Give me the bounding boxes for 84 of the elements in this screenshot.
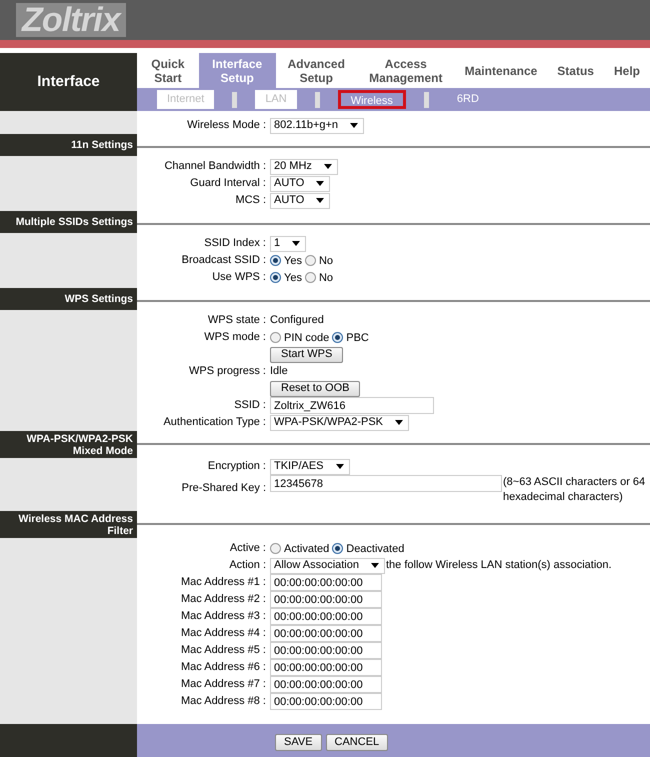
field-label: Mac Address #8 : <box>181 695 266 708</box>
brand-logo: Zoltrix <box>16 3 126 37</box>
tab-separator <box>232 92 238 108</box>
text-field[interactable]: 00:00:00:00:00:00 <box>270 591 382 608</box>
radio-button[interactable] <box>304 255 316 266</box>
action-button[interactable]: Start WPS <box>270 346 344 362</box>
field-label: WPS progress : <box>188 365 266 378</box>
status-value: Configured <box>270 314 324 327</box>
caret-icon <box>316 198 324 203</box>
field-label: Guard Interval : <box>190 177 266 190</box>
field-label: Mac Address #2 : <box>181 593 266 606</box>
field-label: MCS : <box>235 194 266 207</box>
radio-label: Deactivated <box>346 543 404 556</box>
form-button[interactable]: CANCEL <box>326 734 388 751</box>
dropdown[interactable]: AUTO <box>270 176 330 192</box>
field-label: WPS state : <box>208 314 266 327</box>
radio-label: No <box>318 272 334 285</box>
field-label: Encryption : <box>208 460 266 473</box>
dropdown[interactable]: AUTO <box>270 192 330 208</box>
text-field[interactable]: 00:00:00:00:00:00 <box>270 642 382 659</box>
field-label: Mac Address #4 : <box>181 627 266 640</box>
field-label: Mac Address #6 : <box>181 661 266 674</box>
form-button[interactable]: SAVE <box>275 734 322 751</box>
action-button[interactable]: Reset to OOB <box>270 380 360 396</box>
caret-icon <box>336 464 344 469</box>
field-label: Active : <box>230 542 266 555</box>
tab-separator <box>314 92 320 108</box>
radio-label: Yes <box>284 255 302 268</box>
radio-label: No <box>318 255 334 268</box>
field-label: Channel Bandwidth : <box>164 160 266 173</box>
dropdown[interactable]: TKIP/AES <box>270 458 350 474</box>
field-label: SSID : <box>234 399 266 412</box>
field-label: SSID Index : <box>204 237 266 250</box>
key-hint: (8~63 ASCII characters or 64 hexadecimal characters) <box>503 475 646 505</box>
text-field[interactable]: 00:00:00:00:00:00 <box>270 659 382 676</box>
field-label: Mac Address #3 : <box>181 610 266 623</box>
caret-icon <box>292 241 300 246</box>
caret-icon <box>395 420 404 425</box>
radio-button[interactable] <box>304 272 316 283</box>
text-field[interactable]: 00:00:00:00:00:00 <box>270 625 382 642</box>
field-label: Wireless Mode : <box>187 119 266 132</box>
section-header: Multiple SSIDs Settings <box>0 211 137 233</box>
caret-icon <box>350 123 358 128</box>
field-label: WPS mode : <box>204 331 266 344</box>
radio-label: Yes <box>284 272 302 285</box>
caret-icon <box>316 181 324 186</box>
section-header: WPA-PSK/WPA2-PSK Mixed Mode <box>0 431 137 458</box>
field-label: Mac Address #5 : <box>181 644 266 657</box>
caret-icon <box>324 164 332 169</box>
text-field[interactable]: 12345678 <box>270 475 502 492</box>
action-note: the follow Wireless LAN station(s) association. <box>386 559 612 572</box>
section-header: 11n Settings <box>0 134 137 156</box>
radio-label: PBC <box>346 332 369 345</box>
radio-button[interactable] <box>332 543 344 554</box>
caret-icon <box>371 563 379 568</box>
dropdown[interactable]: 1 <box>270 236 306 252</box>
status-value: Idle <box>270 365 288 378</box>
dropdown[interactable]: 20 MHz <box>270 158 338 174</box>
radio-button[interactable] <box>270 332 281 343</box>
tab-separator <box>424 92 429 108</box>
dropdown[interactable]: Allow Association <box>270 558 385 574</box>
dropdown[interactable]: 802.11b+g+n <box>270 118 364 134</box>
field-label: Use WPS : <box>212 271 266 284</box>
field-label: Action : <box>229 559 266 572</box>
radio-button[interactable] <box>270 543 281 554</box>
text-field[interactable]: 00:00:00:00:00:00 <box>270 608 382 625</box>
radio-button[interactable] <box>332 332 344 343</box>
radio-button[interactable] <box>270 272 281 283</box>
field-label: Authentication Type : <box>163 416 266 429</box>
radio-label: PIN code <box>284 332 330 345</box>
dropdown[interactable]: WPA-PSK/WPA2-PSK <box>270 414 410 430</box>
field-label: Broadcast SSID : <box>182 254 266 267</box>
radio-label: Activated <box>284 543 330 556</box>
text-field[interactable]: 00:00:00:00:00:00 <box>270 574 382 591</box>
radio-button[interactable] <box>270 255 281 266</box>
section-header: Wireless MAC Address Filter <box>0 511 137 538</box>
field-label: Mac Address #7 : <box>181 678 266 691</box>
text-field[interactable]: Zoltrix_ZW616 <box>270 397 434 414</box>
text-field[interactable]: 00:00:00:00:00:00 <box>270 676 382 693</box>
field-label: Pre-Shared Key : <box>182 482 266 495</box>
section-header: WPS Settings <box>0 288 137 310</box>
text-field[interactable]: 00:00:00:00:00:00 <box>270 693 382 710</box>
page-title: Interface <box>0 53 137 111</box>
field-label: Mac Address #1 : <box>181 576 266 589</box>
